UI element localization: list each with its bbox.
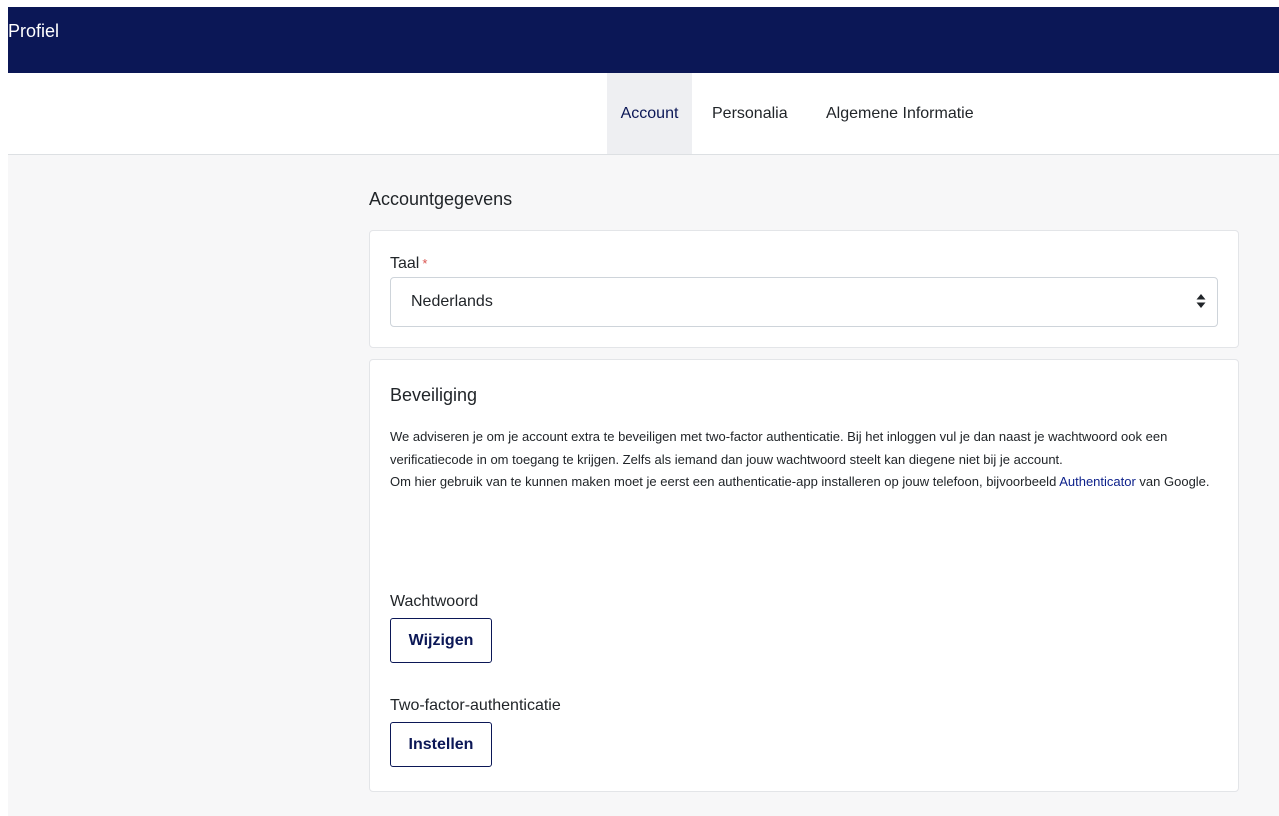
password-label: Wachtwoord	[390, 593, 479, 610]
change-password-button[interactable]: Wijzigen	[390, 618, 492, 663]
profile-page: Profiel Account Personalia Algemene Info…	[0, 0, 1279, 816]
security-card: Beveiliging We adviseren je om je accoun…	[369, 359, 1239, 792]
security-description: We adviseren je om je account extra te b…	[390, 426, 1216, 494]
twofa-label: Two-factor-authenticatie	[390, 697, 561, 714]
top-bar: Profiel	[8, 7, 1279, 73]
setup-twofa-button[interactable]: Instellen	[390, 722, 492, 767]
required-marker: *	[422, 256, 428, 271]
page-title: Profiel	[8, 21, 60, 41]
authenticator-link[interactable]: Authenticator	[1059, 474, 1136, 489]
language-select-value: Nederlands	[411, 293, 493, 310]
language-select[interactable]: Nederlands	[390, 277, 1218, 327]
security-paragraph-1: We adviseren je om je account extra te b…	[390, 429, 1168, 467]
main-content: Accountgegevens Taal * Nederlands Beveili…	[8, 155, 1279, 816]
section-title: Accountgegevens	[369, 189, 513, 209]
language-label-row: Taal *	[390, 254, 427, 274]
tab-account[interactable]: Account	[607, 73, 692, 154]
profile-tabs: Account Personalia Algemene Informatie	[8, 73, 1279, 155]
tab-algemene-informatie[interactable]: Algemene Informatie	[826, 73, 974, 154]
sort-arrows-icon	[1196, 294, 1206, 308]
language-label: Taal	[390, 255, 420, 272]
language-card: Taal * Nederlands	[369, 230, 1239, 348]
security-title: Beveiliging	[390, 385, 478, 405]
paragraph-2-suffix: van Google.	[1135, 474, 1210, 489]
tab-personalia[interactable]: Personalia	[712, 73, 788, 154]
security-paragraph-2: Om hier gebruik van te kunnen maken moet…	[390, 471, 1216, 494]
paragraph-2-prefix: Om hier gebruik van te kunnen maken moet…	[390, 474, 1060, 489]
